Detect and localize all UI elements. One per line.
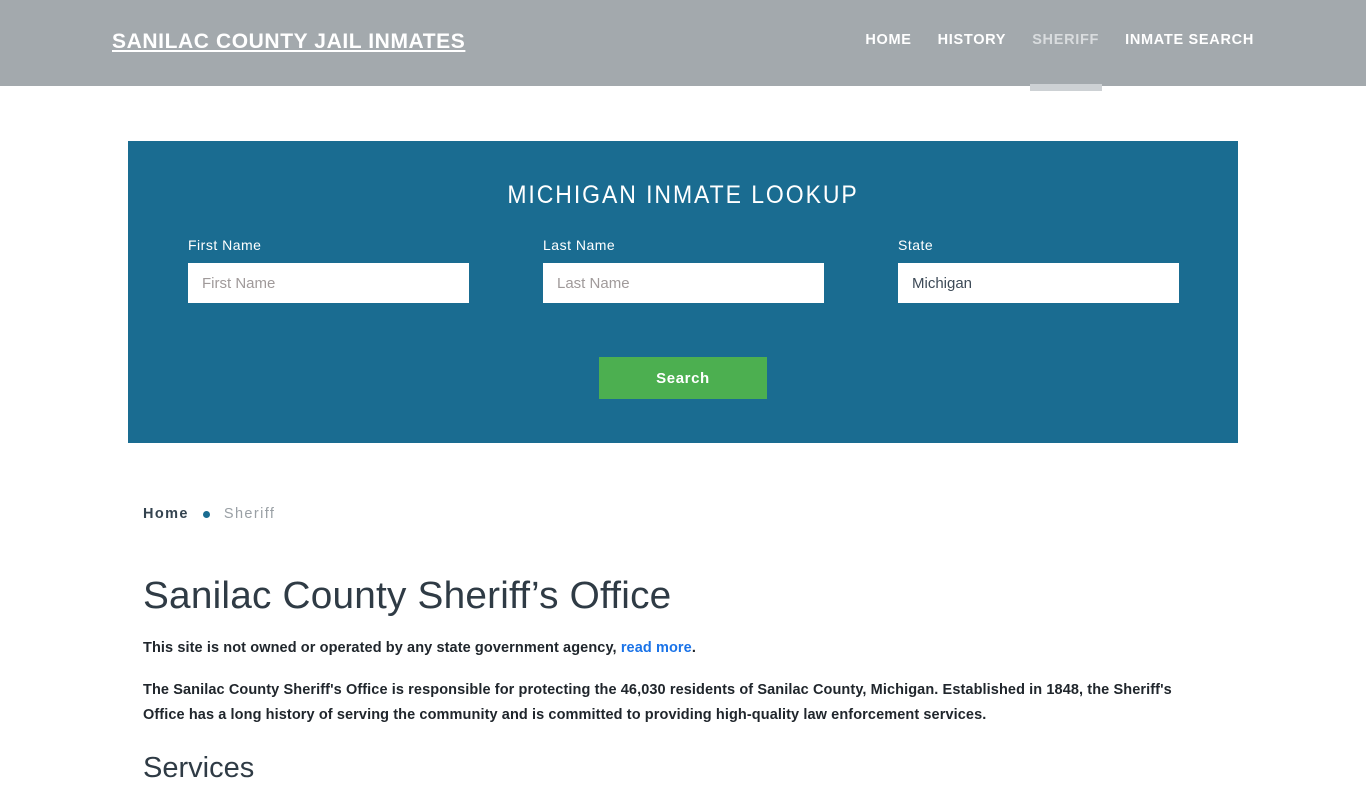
site-title[interactable]: SANILAC COUNTY JAIL INMATES bbox=[112, 30, 465, 54]
breadcrumb-current: Sheriff bbox=[223, 506, 276, 522]
page-title: Sanilac County Sheriff’s Office bbox=[143, 575, 672, 617]
state-field-group: State Michigan bbox=[898, 237, 1179, 303]
article-content: Sanilac County Sheriff’s Office This sit… bbox=[143, 575, 1223, 785]
nav-item-history[interactable]: HISTORY bbox=[938, 32, 1007, 50]
nav-item-inmate-search[interactable]: INMATE SEARCH bbox=[1125, 32, 1254, 50]
last-name-label: Last Name bbox=[543, 237, 616, 253]
search-button[interactable]: Search bbox=[599, 357, 767, 399]
nav-item-home[interactable]: HOME bbox=[865, 32, 911, 50]
breadcrumb-separator-dot-icon bbox=[202, 510, 210, 518]
first-name-field-group: First Name bbox=[188, 237, 469, 303]
first-name-label: First Name bbox=[188, 237, 262, 253]
panel-heading: MICHIGAN INMATE LOOKUP bbox=[507, 181, 859, 209]
read-more-link[interactable]: read more bbox=[621, 640, 692, 656]
last-name-field-group: Last Name bbox=[543, 237, 824, 303]
first-name-input[interactable] bbox=[188, 263, 469, 303]
breadcrumb-home[interactable]: Home bbox=[143, 506, 189, 522]
services-heading: Services bbox=[143, 751, 255, 784]
last-name-input[interactable] bbox=[543, 263, 824, 303]
active-nav-indicator bbox=[1030, 84, 1102, 91]
inmate-lookup-panel: MICHIGAN INMATE LOOKUP First Name Last N… bbox=[128, 141, 1238, 443]
disclaimer-text: This site is not owned or operated by an… bbox=[143, 640, 1223, 656]
office-description-paragraph: The Sanilac County Sheriff's Office is r… bbox=[143, 681, 1172, 723]
search-fields-row: First Name Last Name State Michigan bbox=[128, 237, 1238, 317]
disclaimer-period: . bbox=[691, 639, 696, 656]
disclaimer-sentence: This site is not owned or operated by an… bbox=[143, 639, 617, 656]
state-select[interactable]: Michigan bbox=[898, 263, 1179, 303]
main-navigation: HOME HISTORY SHERIFF INMATE SEARCH bbox=[865, 32, 1254, 50]
nav-item-sheriff[interactable]: SHERIFF bbox=[1032, 32, 1099, 50]
state-label: State bbox=[898, 237, 934, 253]
breadcrumb: Home Sheriff bbox=[143, 506, 275, 522]
site-header: SANILAC COUNTY JAIL INMATES HOME HISTORY… bbox=[0, 0, 1366, 91]
